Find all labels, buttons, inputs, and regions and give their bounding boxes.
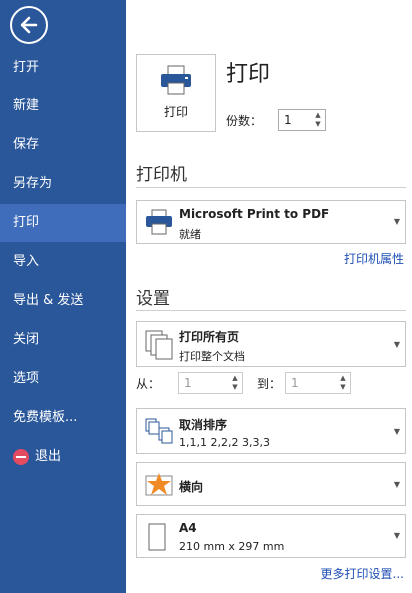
print-range-dropdown[interactable]: 打印所有页 打印整个文档 ▼ <box>136 321 406 367</box>
arrow-left-icon <box>20 16 38 34</box>
more-print-settings-link[interactable]: 更多打印设置... <box>321 565 404 582</box>
sidebar-item-save[interactable]: 保存 <box>0 126 126 164</box>
back-button[interactable] <box>10 6 48 44</box>
sidebar-item-print[interactable]: 打印 <box>0 204 126 242</box>
sidebar-item-free-templates[interactable]: 免费模板... <box>0 399 126 437</box>
collate-icon <box>145 418 173 444</box>
sidebar-item-import[interactable]: 导入 <box>0 243 126 281</box>
from-page-stepper[interactable]: 1 ▲ ▼ <box>178 372 243 394</box>
from-label: 从： <box>136 377 161 391</box>
section-divider <box>136 187 406 188</box>
sidebar-item-options[interactable]: 选项 <box>0 360 126 398</box>
sidebar-item-close[interactable]: 关闭 <box>0 321 126 359</box>
landscape-icon <box>145 473 173 496</box>
section-divider <box>136 310 406 311</box>
printer-icon <box>161 65 191 95</box>
stepper-arrows-icon[interactable]: ▲ ▼ <box>338 374 348 392</box>
page-title: 打印 <box>226 62 271 87</box>
copies-value: 1 <box>284 113 292 127</box>
collate-title: 取消排序 <box>179 418 228 432</box>
printer-status: 就绪 <box>179 228 201 241</box>
chevron-down-icon: ▼ <box>393 340 400 349</box>
collate-sub: 1,1,1 2,2,2 3,3,3 <box>179 436 270 449</box>
orientation-dropdown[interactable]: 横向 ▼ <box>136 462 406 506</box>
copies-stepper[interactable]: 1 ▲ ▼ <box>278 109 326 131</box>
sidebar-item-exit-label: 退出 <box>35 449 62 464</box>
printer-dropdown[interactable]: Microsoft Print to PDF 就绪 ▼ <box>136 200 406 244</box>
to-page-value: 1 <box>291 376 299 390</box>
print-range-sub: 打印整个文档 <box>179 350 245 363</box>
sidebar: 打开 新建 保存 另存为 打印 导入 导出 & 发送 关闭 选项 免费模板...… <box>0 0 126 593</box>
sidebar-item-export-send[interactable]: 导出 & 发送 <box>0 282 126 320</box>
sidebar-item-save-as[interactable]: 另存为 <box>0 165 126 203</box>
from-page-value: 1 <box>184 376 192 390</box>
print-button-label: 打印 <box>163 105 188 119</box>
printer-section-title: 打印机 <box>136 165 187 185</box>
paper-icon <box>148 523 166 551</box>
printer-icon <box>146 209 172 235</box>
to-label: 到： <box>257 377 282 391</box>
chevron-down-icon: ▼ <box>393 427 400 436</box>
print-panel: 打印 打印 份数： 1 ▲ ▼ 打印机 Microsoft Print to PD… <box>126 0 412 593</box>
paper-size-title: A4 <box>179 521 197 535</box>
print-range-title: 打印所有页 <box>179 330 240 344</box>
paper-size-dropdown[interactable]: A4 210 mm x 297 mm ▼ <box>136 514 406 558</box>
settings-section-title: 设置 <box>136 289 170 309</box>
copies-label: 份数： <box>226 114 263 128</box>
collate-dropdown[interactable]: 取消排序 1,1,1 2,2,2 3,3,3 ▼ <box>136 408 406 454</box>
exit-icon <box>13 449 29 465</box>
print-button[interactable]: 打印 <box>136 54 216 132</box>
stepper-arrows-icon[interactable]: ▲ ▼ <box>230 374 240 392</box>
chevron-down-icon: ▼ <box>393 531 400 540</box>
orientation-title: 横向 <box>179 480 204 494</box>
sidebar-item-new[interactable]: 新建 <box>0 87 126 125</box>
chevron-down-icon: ▼ <box>393 480 400 489</box>
sidebar-item-open[interactable]: 打开 <box>0 49 126 87</box>
printer-name: Microsoft Print to PDF <box>179 207 330 221</box>
paper-size-sub: 210 mm x 297 mm <box>179 540 285 553</box>
pages-icon <box>145 330 173 360</box>
printer-properties-link[interactable]: 打印机属性 <box>344 250 404 267</box>
stepper-arrows-icon[interactable]: ▲ ▼ <box>313 111 323 129</box>
chevron-down-icon: ▼ <box>393 217 400 226</box>
sidebar-item-exit[interactable]: 退出 <box>0 438 126 476</box>
to-page-stepper[interactable]: 1 ▲ ▼ <box>285 372 351 394</box>
